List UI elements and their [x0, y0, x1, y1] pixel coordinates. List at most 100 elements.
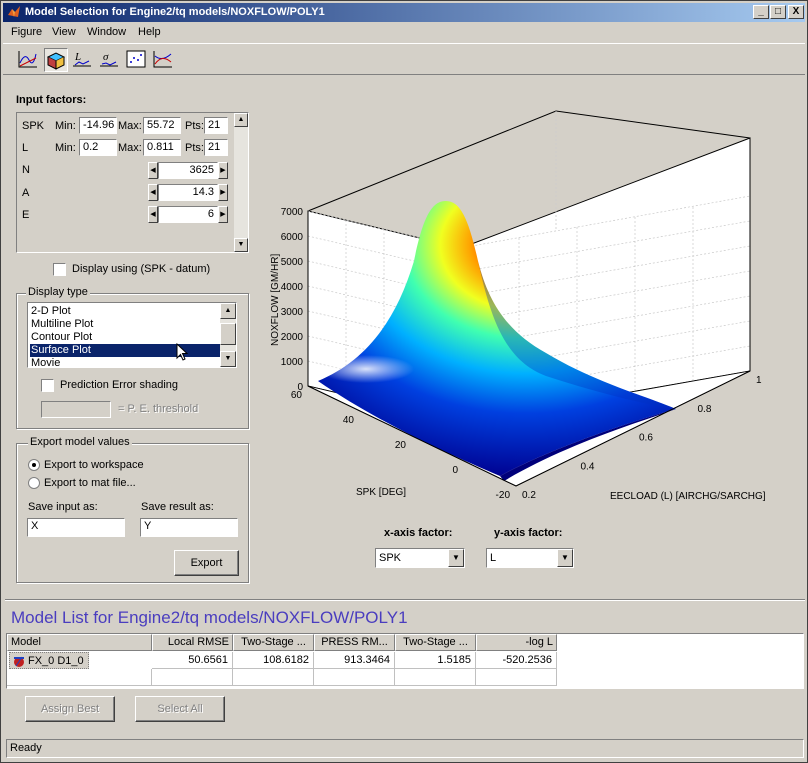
residual-plot-tool-icon[interactable]: σ — [98, 48, 122, 72]
save-input-label: Save input as: — [28, 501, 98, 513]
toolbar: L σ — [3, 43, 805, 75]
save-result-field[interactable]: Y — [140, 518, 238, 537]
spk-tick-label: 20 — [395, 440, 407, 451]
close-button[interactable]: X — [788, 5, 804, 19]
l-pts-input[interactable]: 21 — [204, 139, 228, 156]
2d-plot-tool-icon[interactable] — [17, 48, 41, 72]
l-tick-label: 0.4 — [581, 461, 595, 472]
window-title: Model Selection for Engine2/tq models/NO… — [25, 6, 325, 18]
scroll-up-icon[interactable]: ▲ — [234, 113, 248, 127]
scatter-plot-tool-icon[interactable] — [125, 48, 149, 72]
save-input-field[interactable]: X — [27, 518, 125, 537]
n-value-input[interactable]: 3625 — [158, 162, 218, 179]
surface-plot-tool-icon[interactable] — [44, 48, 68, 72]
display-type-listbox[interactable]: 2-D Plot Multiline Plot Contour Plot Sur… — [27, 302, 237, 368]
n-increment-icon[interactable]: ▶ — [218, 162, 228, 179]
export-group-title: Export model values — [28, 436, 132, 448]
multiline-plot-tool-icon[interactable] — [152, 48, 176, 72]
panel-separator — [5, 599, 805, 601]
list-item-surface-plot[interactable]: Surface Plot — [30, 344, 220, 357]
spk-max-input[interactable]: 55.72 — [143, 117, 181, 134]
l-min-input[interactable]: 0.2 — [79, 139, 117, 156]
cell-two-stage-rmse: 108.6182 — [233, 652, 314, 669]
pe-threshold-label: = P. E. threshold — [118, 403, 199, 415]
x-axis-factor-label: x-axis factor: — [384, 527, 453, 539]
list-item-movie[interactable]: Movie — [30, 357, 220, 367]
assign-best-button[interactable]: Assign Best — [25, 696, 115, 722]
menu-bar: Figure View Window Help — [3, 23, 805, 42]
cell-log-l: -520.2536 — [476, 652, 557, 669]
model-cell[interactable]: FX_0 D1_0 — [9, 652, 89, 669]
prediction-error-label: Prediction Error shading — [60, 379, 179, 391]
n-decrement-icon[interactable]: ◀ — [148, 162, 158, 179]
matlab-logo-icon — [8, 6, 20, 17]
model-icon — [14, 656, 24, 667]
cell-local-rmse: 50.6561 — [152, 652, 233, 669]
menu-view[interactable]: View — [52, 26, 76, 38]
z-tick-label: 5000 — [281, 257, 304, 268]
list-item-multiline-plot[interactable]: Multiline Plot — [30, 318, 220, 331]
export-button[interactable]: Export — [174, 550, 239, 576]
column-header-two-stage-rmse[interactable]: Two-Stage ... — [233, 634, 314, 651]
maximize-button[interactable]: □ — [770, 5, 786, 19]
l-tick-label: 1 — [756, 375, 762, 386]
model-table[interactable]: Model Local RMSE Two-Stage ... PRESS RM.… — [6, 633, 804, 689]
chevron-down-icon[interactable]: ▼ — [557, 549, 573, 567]
svg-text:σ: σ — [103, 51, 109, 63]
e-decrement-icon[interactable]: ◀ — [148, 206, 158, 223]
column-header-press-rmse[interactable]: PRESS RM... — [314, 634, 395, 651]
list-item-contour-plot[interactable]: Contour Plot — [30, 331, 220, 344]
list-item-2d-plot[interactable]: 2-D Plot — [30, 305, 220, 318]
e-increment-icon[interactable]: ▶ — [218, 206, 228, 223]
a-value-input[interactable]: 14.3 — [158, 184, 218, 201]
column-header-local-rmse[interactable]: Local RMSE — [152, 634, 233, 651]
display-type-title: Display type — [26, 286, 90, 298]
main-window: Model Selection for Engine2/tq models/NO… — [0, 0, 808, 763]
status-bar: Ready — [6, 739, 804, 758]
input-factors-scrollbar[interactable]: ▲ ▼ — [234, 113, 248, 252]
title-bar: Model Selection for Engine2/tq models/NO… — [3, 3, 805, 22]
x-axis-factor-select[interactable]: SPK ▼ — [375, 548, 465, 568]
list-scroll-thumb[interactable] — [220, 323, 236, 345]
z-axis-ticks: 01000200030004000500060007000 — [281, 207, 304, 393]
export-mat-label: Export to mat file... — [44, 477, 136, 489]
select-all-button[interactable]: Select All — [135, 696, 225, 722]
z-axis-label: NOXFLOW [GM/HR] — [270, 254, 281, 346]
export-workspace-label: Export to workspace — [44, 459, 144, 471]
spk-min-input[interactable]: -14.96 — [79, 117, 117, 134]
column-header-two-stage-2[interactable]: Two-Stage ... — [395, 634, 476, 651]
menu-window[interactable]: Window — [87, 26, 126, 38]
x-axis-factor-value: SPK — [379, 552, 402, 564]
menu-help[interactable]: Help — [138, 26, 161, 38]
pe-threshold-input[interactable] — [41, 401, 111, 418]
z-tick-label: 6000 — [281, 232, 304, 243]
export-workspace-radio[interactable] — [28, 459, 40, 471]
spk-tick-label: 60 — [291, 390, 303, 401]
export-mat-radio[interactable] — [28, 477, 40, 489]
prediction-error-checkbox[interactable] — [41, 379, 54, 392]
z-tick-label: 1000 — [281, 357, 304, 368]
menu-figure[interactable]: Figure — [11, 26, 42, 38]
display-type-scrollbar[interactable]: ▲ ▼ — [220, 303, 236, 367]
spk-pts-input[interactable]: 21 — [204, 117, 228, 134]
a-increment-icon[interactable]: ▶ — [218, 184, 228, 201]
e-value-input[interactable]: 6 — [158, 206, 218, 223]
l-max-input[interactable]: 0.811 — [143, 139, 181, 156]
l-tick-label: 0.6 — [639, 433, 653, 444]
column-header-log-l[interactable]: -log L — [476, 634, 557, 651]
input-factors-title: Input factors: — [16, 94, 87, 106]
list-scroll-up-icon[interactable]: ▲ — [220, 303, 236, 319]
spk-tick-label: 0 — [452, 465, 458, 476]
chevron-down-icon[interactable]: ▼ — [448, 549, 464, 567]
cell-two-stage-2: 1.5185 — [395, 652, 476, 669]
column-header-model[interactable]: Model — [7, 634, 152, 651]
surface-plot[interactable]: 01000200030004000500060007000 6040200-20… — [256, 91, 801, 511]
y-axis-factor-select[interactable]: L ▼ — [486, 548, 574, 568]
minimize-button[interactable]: _ — [753, 5, 769, 19]
list-scroll-down-icon[interactable]: ▼ — [220, 351, 236, 367]
likelihood-plot-tool-icon[interactable]: L — [71, 48, 95, 72]
a-decrement-icon[interactable]: ◀ — [148, 184, 158, 201]
scroll-down-icon[interactable]: ▼ — [234, 238, 248, 252]
display-using-checkbox[interactable] — [53, 263, 66, 276]
l-min-label: Min: — [55, 142, 76, 154]
